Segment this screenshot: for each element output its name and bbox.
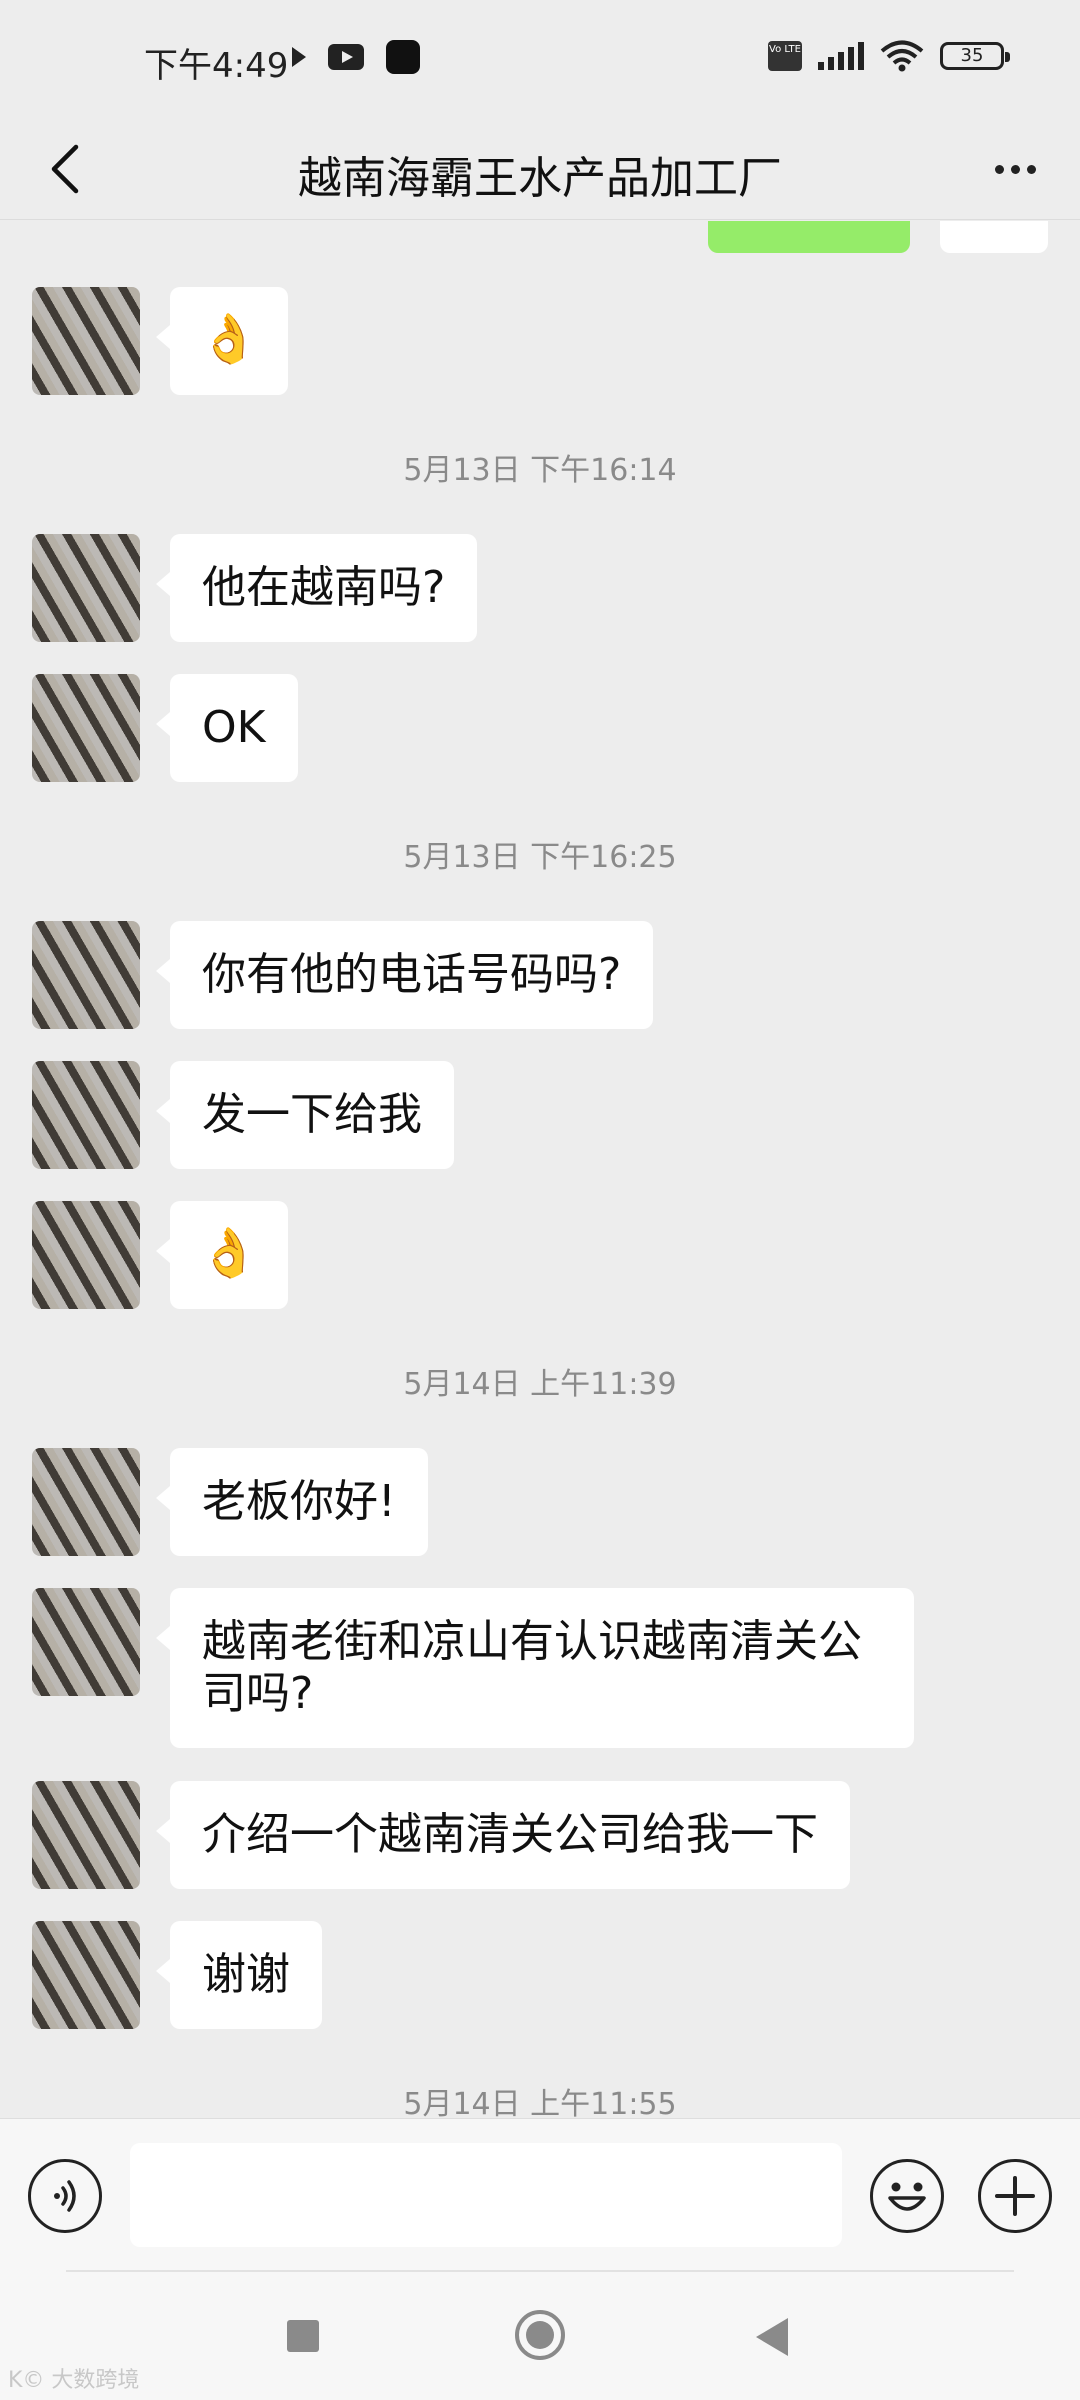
volte-icon: Vo LTE <box>768 41 802 71</box>
contact-avatar[interactable] <box>32 1921 140 2029</box>
message-bubble[interactable]: 他在越南吗? <box>155 534 478 642</box>
chat-title: 越南海霸王水产品加工厂 <box>298 153 782 204</box>
message-timestamp: 5月13日 下午16:25 <box>403 840 677 875</box>
outgoing-message-bubble[interactable] <box>708 221 910 253</box>
contact-avatar[interactable] <box>32 534 140 642</box>
nav-divider <box>66 2270 1014 2272</box>
contact-avatar[interactable] <box>32 1448 140 1556</box>
message-input[interactable] <box>130 2143 842 2247</box>
message-bubble[interactable]: 👌 <box>156 287 288 395</box>
battery-icon: 35 <box>940 42 1010 70</box>
contact-avatar[interactable] <box>32 921 140 1029</box>
message-bubble[interactable]: 介绍一个越南清关公司给我一下 <box>156 1781 850 1889</box>
contact-avatar[interactable] <box>32 1061 140 1169</box>
message-bubble[interactable]: OK <box>156 674 298 782</box>
emoji-button[interactable] <box>870 2159 944 2233</box>
wifi-icon <box>880 40 924 72</box>
message-bubble[interactable]: 谢谢 <box>156 1921 322 2029</box>
contact-avatar[interactable] <box>32 1588 140 1696</box>
status-time: 下午4:49 <box>144 46 289 86</box>
back-icon[interactable] <box>756 2318 788 2356</box>
input-bar <box>0 2118 1080 2270</box>
contact-avatar[interactable] <box>32 287 140 395</box>
message-bubble[interactable]: 你有他的电话号码吗? <box>155 921 654 1029</box>
watermark: K© 大数跨境 <box>8 2368 140 2393</box>
message-bubble[interactable]: 👌 <box>156 1201 288 1309</box>
signal-icon <box>818 42 864 70</box>
message-timestamp: 5月14日 上午11:39 <box>403 1367 677 1402</box>
emoji-icon <box>888 2182 926 2211</box>
app-icon <box>386 40 420 74</box>
system-nav-bar <box>0 2270 1080 2400</box>
more-dots-icon <box>994 164 1004 174</box>
recent-apps-icon[interactable] <box>287 2320 319 2352</box>
status-bar: 下午4:49 Vo LTE 35 <box>0 0 1080 120</box>
contact-avatar[interactable] <box>32 674 140 782</box>
status-right-icons: Vo LTE 35 <box>768 40 1010 72</box>
message-timestamp: 5月13日 下午16:14 <box>403 453 677 488</box>
contact-avatar[interactable] <box>32 1781 140 1889</box>
voice-icon <box>54 2180 76 2212</box>
status-left-icons <box>292 40 420 74</box>
message-timestamp: 5月14日 上午11:55 <box>403 2087 677 2118</box>
home-icon[interactable] <box>515 2310 565 2360</box>
youtube-icon <box>328 44 364 70</box>
voice-button[interactable] <box>28 2159 102 2233</box>
message-bubble[interactable]: 越南老街和凉山有认识越南清关公司吗? <box>156 1588 914 1748</box>
message-bubble[interactable]: 发一下给我 <box>156 1061 454 1169</box>
message-bubble[interactable]: 老板你好! <box>156 1448 428 1556</box>
message-list[interactable]: 👌 5月13日 下午16:14 他在越南吗? OK 5月13日 下午16:25 … <box>0 221 1080 2118</box>
chat-header: 越南海霸王水产品加工厂 <box>0 120 1080 220</box>
play-icon <box>292 47 306 67</box>
plus-button[interactable] <box>978 2159 1052 2233</box>
plus-icon <box>995 2176 1035 2216</box>
more-options-button[interactable] <box>980 134 1050 204</box>
contact-avatar[interactable] <box>32 1201 140 1309</box>
outgoing-message-bubble[interactable] <box>940 221 1048 253</box>
